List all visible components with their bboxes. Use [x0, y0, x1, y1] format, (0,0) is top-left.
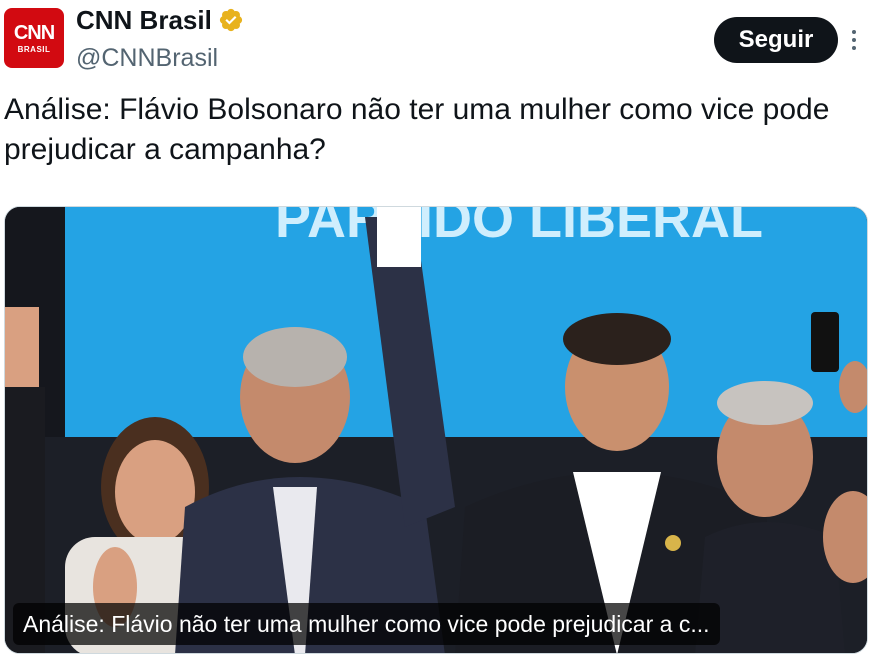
tweet-media[interactable]: PARTIDO LIBERAL Análise: Flávio não ter … [4, 206, 868, 654]
tweet-text: Análise: Flávio Bolsonaro não ter uma mu… [4, 93, 830, 166]
more-vertical-icon[interactable] [846, 24, 862, 56]
name-row: CNN Brasil [76, 4, 244, 36]
tweet-header: CNN BRASIL CNN Brasil @CNNBrasil Seguir [0, 0, 870, 82]
account-display-name[interactable]: CNN Brasil [76, 5, 212, 36]
account-avatar[interactable]: CNN BRASIL [4, 8, 64, 68]
account-handle[interactable]: @CNNBrasil [76, 44, 218, 73]
avatar-logo: CNN [13, 21, 55, 44]
avatar-logo-sub: BRASIL [17, 44, 51, 54]
media-photo: PARTIDO LIBERAL [5, 207, 867, 653]
banner-text: PARTIDO LIBERAL [275, 207, 763, 249]
verified-badge-icon [219, 8, 242, 32]
media-caption: Análise: Flávio não ter uma mulher como … [13, 603, 720, 645]
follow-button[interactable]: Seguir [714, 17, 838, 63]
